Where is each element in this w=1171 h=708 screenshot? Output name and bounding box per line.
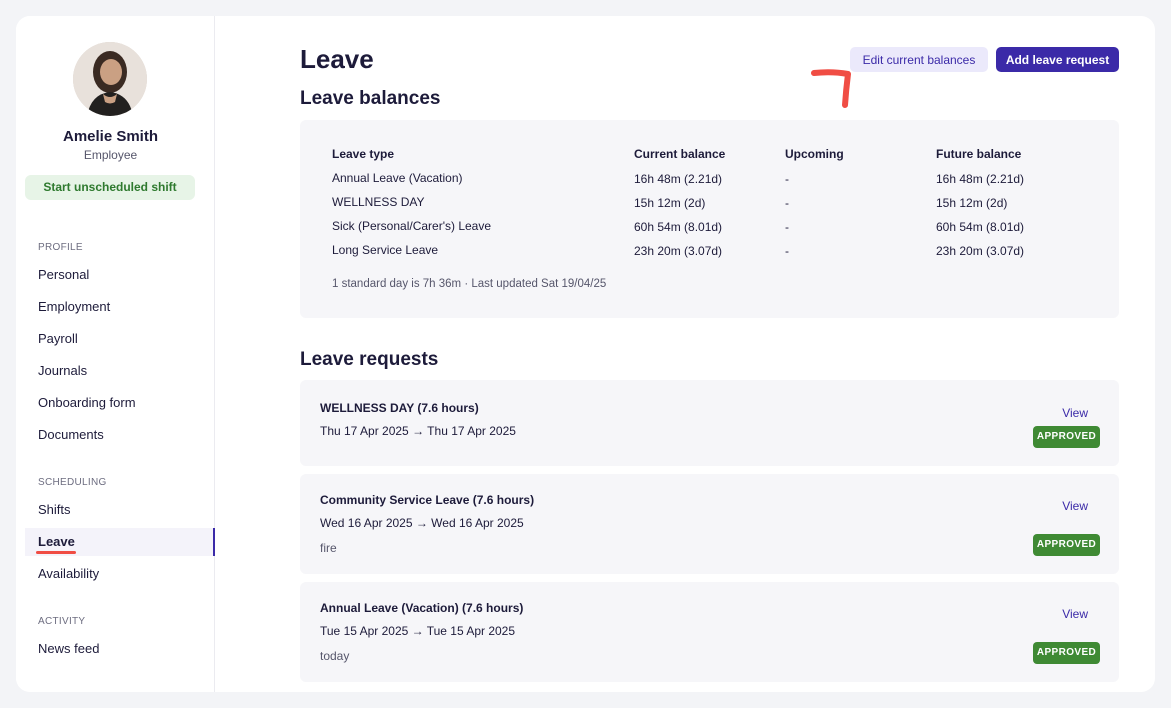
user-role: Employee xyxy=(83,148,138,162)
leave-balances-table: Leave type Current balance Upcoming Futu… xyxy=(300,120,1119,318)
sidebar-item-leave-label: Leave xyxy=(38,534,75,549)
leave-request-card: WELLNESS DAY (7.6 hours) Thu 17 Apr 2025… xyxy=(300,380,1119,466)
sidebar-item-availability[interactable]: Availability xyxy=(25,560,215,588)
sidebar-item-payroll[interactable]: Payroll xyxy=(25,325,215,353)
leave-request-title: Annual Leave (Vacation) (7.6 hours) xyxy=(320,601,524,615)
sidebar-item-journals[interactable]: Journals xyxy=(25,357,215,385)
column-header-current-balance: Current balance xyxy=(634,147,726,161)
table-cell-upcoming: - xyxy=(785,196,789,210)
table-cell-leave-type: Annual Leave (Vacation) xyxy=(332,171,463,185)
leave-request-dates: Wed 16 Apr 2025 → Wed 16 Apr 2025 xyxy=(320,516,524,530)
column-header-future-balance: Future balance xyxy=(936,147,1022,161)
leave-request-dates: Tue 15 Apr 2025 → Tue 15 Apr 2025 xyxy=(320,624,516,638)
table-cell-leave-type: Long Service Leave xyxy=(332,243,439,257)
page-title: Leave xyxy=(300,44,374,74)
leave-request-title: WELLNESS DAY (7.6 hours) xyxy=(320,401,479,415)
edit-current-balances-button[interactable]: Edit current balances xyxy=(850,47,988,72)
avatar xyxy=(73,42,147,116)
table-cell-future-balance: 15h 12m (2d) xyxy=(936,196,1008,210)
user-name: Amelie Smith xyxy=(62,128,159,145)
view-link[interactable]: View xyxy=(1062,607,1088,621)
view-link[interactable]: View xyxy=(1062,499,1088,513)
table-cell-upcoming: - xyxy=(785,244,789,258)
leave-balances-title: Leave balances xyxy=(300,88,441,109)
column-header-leave-type: Leave type xyxy=(332,147,395,161)
table-cell-current-balance: 15h 12m (2d) xyxy=(634,196,706,210)
sidebar: Amelie Smith Employee Start unscheduled … xyxy=(16,16,215,692)
sidebar-item-shifts[interactable]: Shifts xyxy=(25,496,215,524)
leave-request-note: fire xyxy=(320,541,337,555)
sidebar-item-news-feed[interactable]: News feed xyxy=(25,635,215,663)
balances-footnote: 1 standard day is 7h 36m · Last updated … xyxy=(332,278,607,290)
table-cell-current-balance: 16h 48m (2.21d) xyxy=(634,172,723,186)
table-cell-future-balance: 16h 48m (2.21d) xyxy=(936,172,1025,186)
status-badge: APPROVED xyxy=(1033,426,1100,448)
sidebar-item-documents[interactable]: Documents xyxy=(25,421,215,449)
table-cell-future-balance: 60h 54m (8.01d) xyxy=(936,220,1025,234)
table-cell-current-balance: 23h 20m (3.07d) xyxy=(634,244,723,258)
table-cell-leave-type: WELLNESS DAY xyxy=(332,195,425,209)
sidebar-item-employment[interactable]: Employment xyxy=(25,293,215,321)
table-cell-current-balance: 60h 54m (8.01d) xyxy=(634,220,723,234)
sidebar-item-leave[interactable]: Leave xyxy=(25,528,215,556)
leave-request-card: Community Service Leave (7.6 hours) Wed … xyxy=(300,474,1119,574)
app-window: Amelie Smith Employee Start unscheduled … xyxy=(16,16,1155,692)
table-cell-future-balance: 23h 20m (3.07d) xyxy=(936,244,1025,258)
table-cell-upcoming: - xyxy=(785,172,789,186)
main-content: Leave Edit current balances Add leave re… xyxy=(300,16,1120,692)
status-badge: APPROVED xyxy=(1033,642,1100,664)
section-label-scheduling: SCHEDULING xyxy=(38,477,107,488)
annotation-underline xyxy=(36,551,76,554)
view-link[interactable]: View xyxy=(1062,406,1088,420)
leave-request-note: today xyxy=(320,649,350,663)
status-badge: APPROVED xyxy=(1033,534,1100,556)
add-leave-request-button[interactable]: Add leave request xyxy=(996,47,1119,72)
leave-requests-title: Leave requests xyxy=(300,349,439,370)
sidebar-item-onboarding-form[interactable]: Onboarding form xyxy=(25,389,215,417)
annotation-marker xyxy=(811,69,851,108)
leave-request-card: Annual Leave (Vacation) (7.6 hours) Tue … xyxy=(300,582,1119,682)
leave-request-dates: Thu 17 Apr 2025 → Thu 17 Apr 2025 xyxy=(320,424,516,438)
section-label-profile: PROFILE xyxy=(38,242,83,253)
start-unscheduled-shift-button[interactable]: Start unscheduled shift xyxy=(25,175,195,200)
table-cell-upcoming: - xyxy=(785,220,789,234)
table-cell-leave-type: Sick (Personal/Carer's) Leave xyxy=(332,219,492,233)
leave-request-title: Community Service Leave (7.6 hours) xyxy=(320,493,535,507)
column-header-upcoming: Upcoming xyxy=(785,147,844,161)
sidebar-item-personal[interactable]: Personal xyxy=(25,261,215,289)
section-label-activity: ACTIVITY xyxy=(38,616,86,627)
